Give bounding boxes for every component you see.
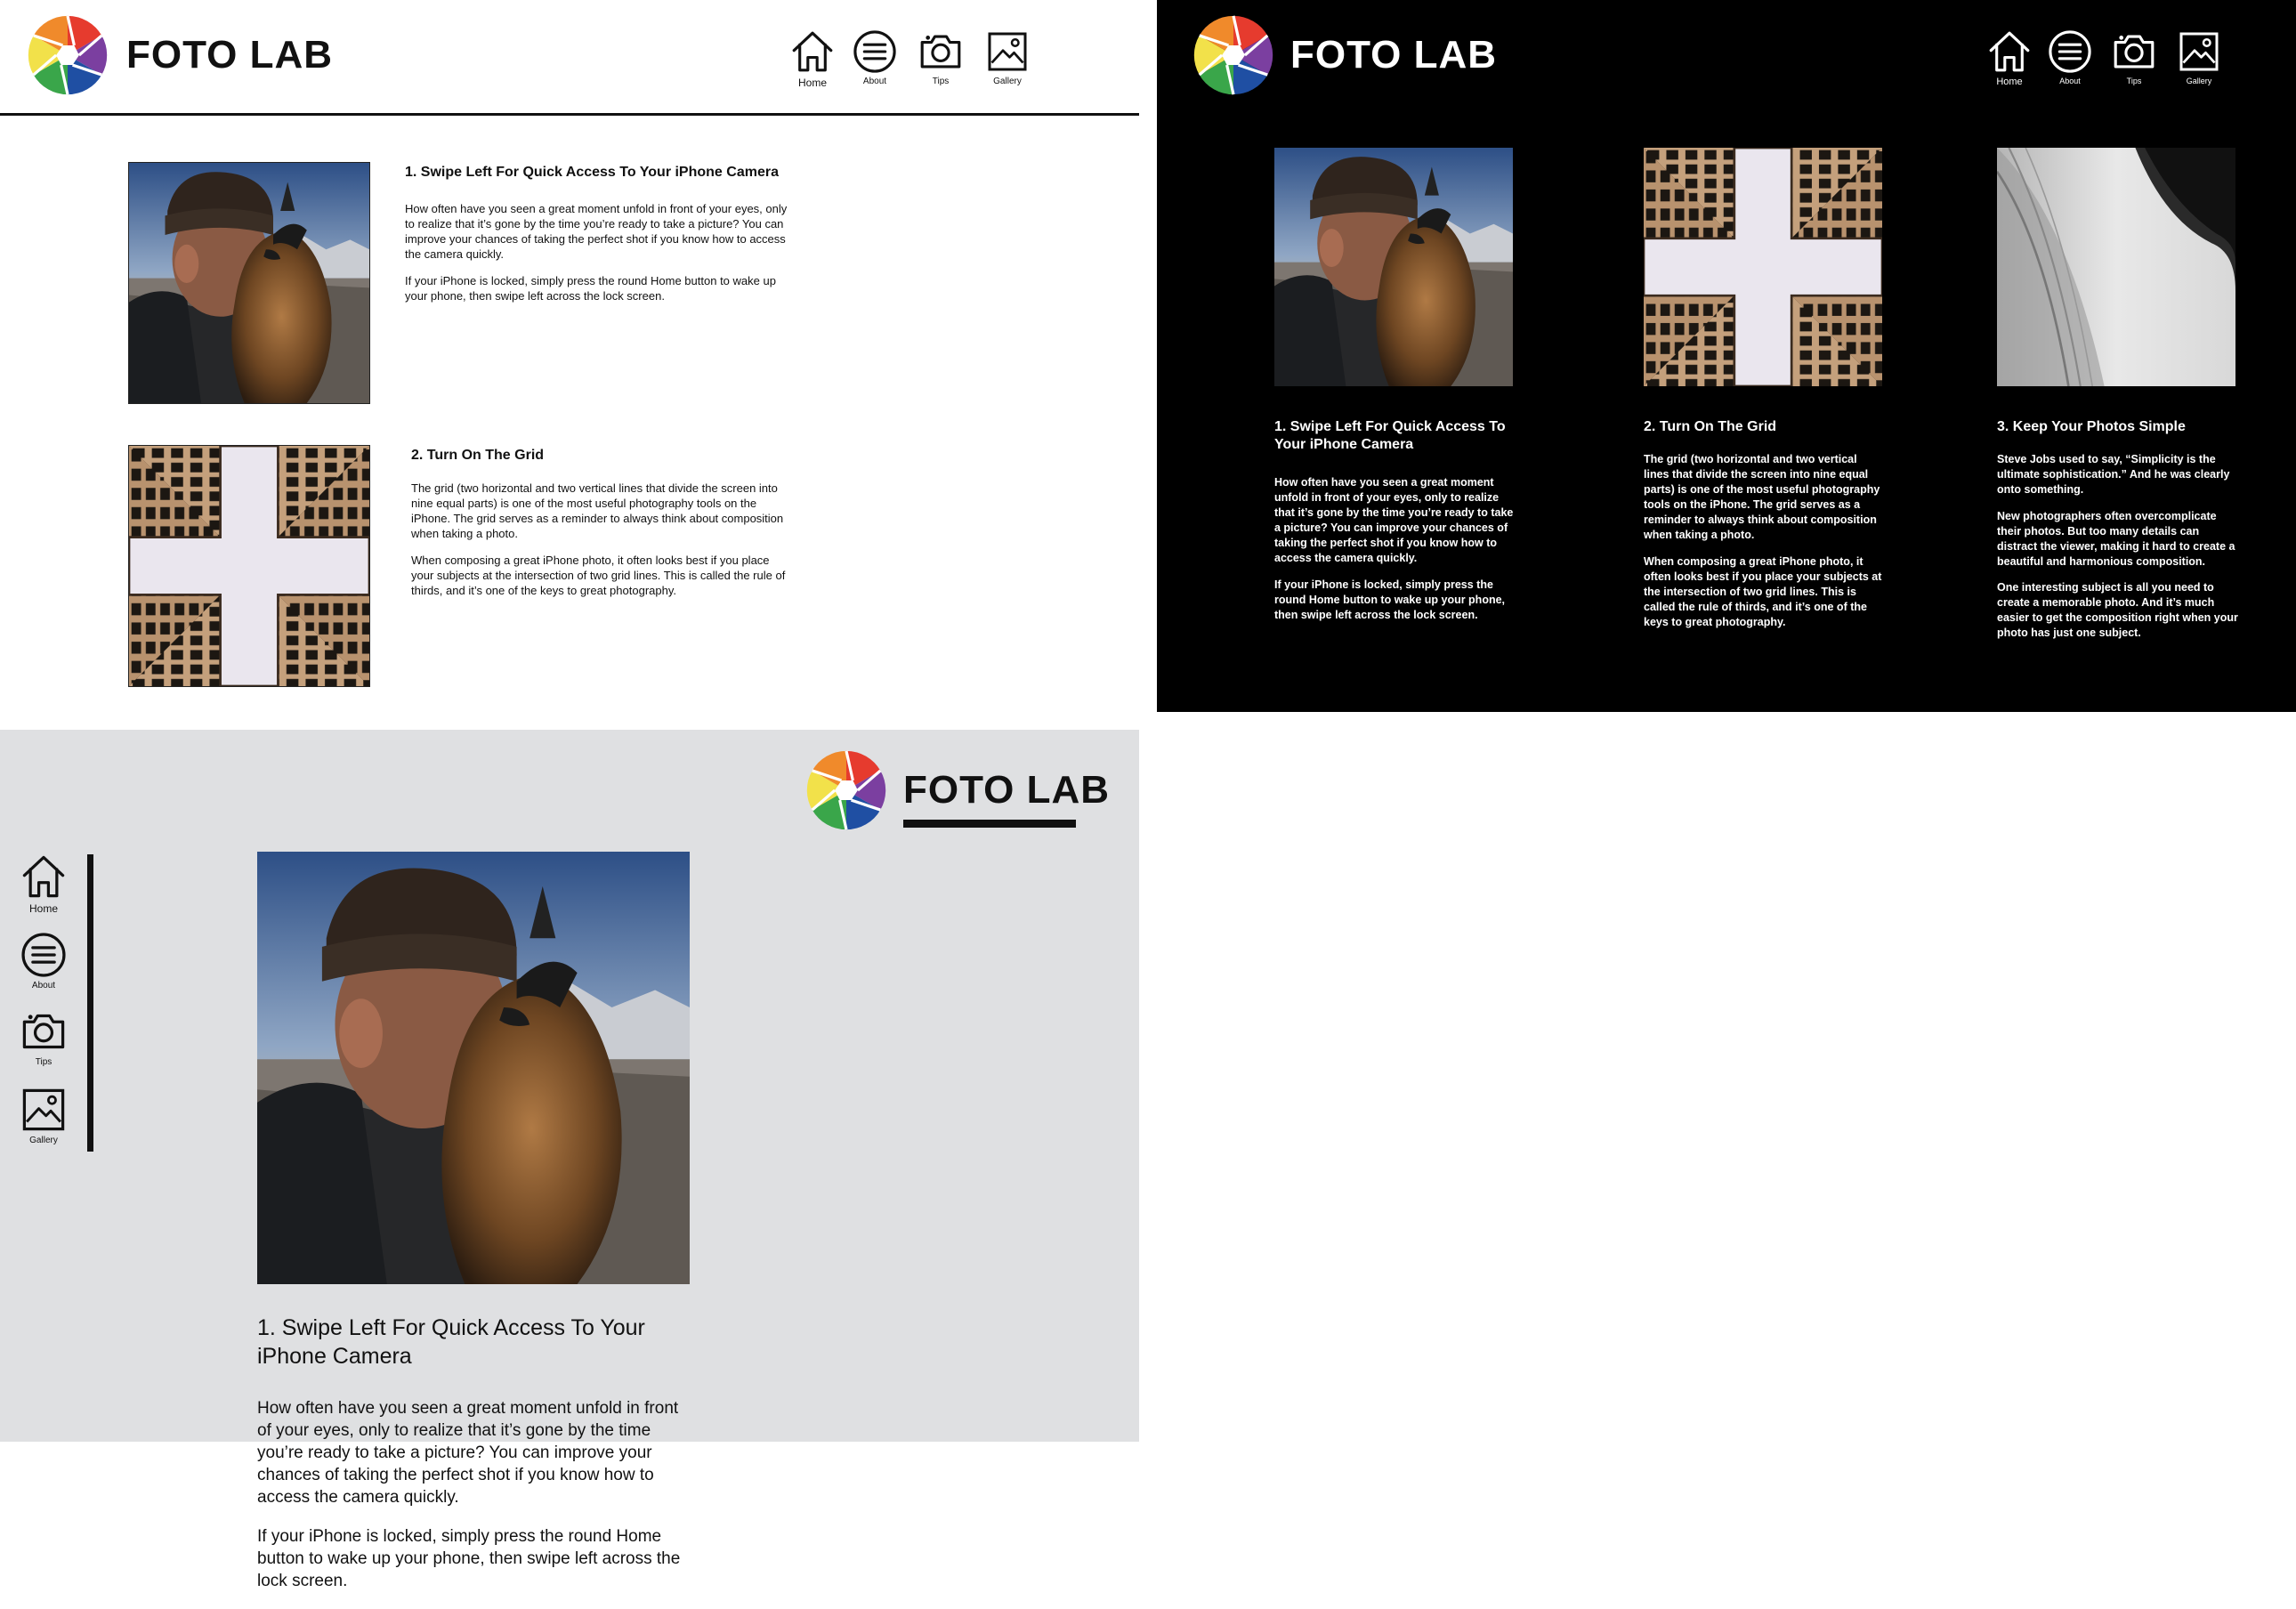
tip-title: 1. Swipe Left For Quick Access To Your i… (1274, 419, 1506, 452)
light-layout-panel: FOTO LAB Home About Tips Gallery 1. Swip… (0, 0, 1139, 730)
nav-gallery[interactable]: Gallery (982, 28, 1032, 89)
eagle-photo-image (1274, 148, 1513, 386)
eagle-photo-image (129, 163, 369, 403)
aperture-logo-icon (1192, 14, 1274, 96)
nav-home-label: Home (797, 77, 827, 89)
menu-icon (2047, 28, 2093, 75)
tip-photo-grid (128, 445, 370, 687)
home-icon (789, 28, 836, 75)
tip-paragraph: The grid (two horizontal and two vertica… (411, 481, 784, 540)
menu-icon (852, 28, 898, 75)
abstract-photo-image (1997, 148, 2235, 386)
home-icon (20, 853, 68, 901)
nav-about-label: About (31, 981, 56, 990)
nav-tips-label: Tips (2126, 77, 2142, 85)
tip-body: The grid (two horizontal and two vertica… (1644, 452, 1884, 641)
tip-paragraph: The grid (two horizontal and two vertica… (1644, 453, 1880, 541)
tip-title: 2. Turn On The Grid (1644, 419, 1777, 434)
logo-underline (903, 820, 1076, 828)
tip-paragraph: Steve Jobs used to say, “Simplicity is t… (1997, 453, 2230, 496)
tip-body: The grid (two horizontal and two vertica… (411, 481, 794, 610)
nav-gallery[interactable]: Gallery (12, 1086, 75, 1157)
side-nav-divider (87, 854, 93, 1152)
nav-gallery[interactable]: Gallery (2175, 28, 2223, 87)
tip-title: 1. Swipe Left For Quick Access To Your i… (405, 165, 779, 180)
nav-tips[interactable]: Tips (12, 1007, 75, 1086)
dark-layout-panel: FOTO LAB Home About Tips Gallery 1. Swip… (1157, 0, 2296, 712)
tip-paragraph: If your iPhone is locked, simply press t… (257, 1527, 681, 1590)
brand-name: FOTO LAB (126, 33, 334, 77)
tip-paragraph: If your iPhone is locked, simply press t… (405, 274, 776, 303)
tip-paragraph: When composing a great iPhone photo, it … (411, 554, 786, 597)
nav-about[interactable]: About (12, 931, 75, 1007)
eagle-photo-image (257, 852, 690, 1284)
tip-paragraph: How often have you seen a great moment u… (1274, 476, 1514, 564)
nav-home-label: Home (1996, 77, 2023, 87)
camera-icon (915, 28, 966, 75)
tip-photo-eagle (1274, 148, 1513, 386)
menu-icon (20, 931, 68, 979)
grid-photo-image (129, 446, 369, 686)
nav-about[interactable]: About (2045, 28, 2095, 87)
tip-photo-eagle (257, 852, 690, 1284)
camera-icon (16, 1007, 71, 1055)
tip-body: How often have you seen a great moment u… (405, 201, 792, 315)
camera-icon (2108, 28, 2160, 75)
tip-body: How often have you seen a great moment u… (257, 1397, 689, 1609)
gallery-icon (2177, 28, 2221, 75)
nav-gallery-label: Gallery (29, 1136, 58, 1145)
tip-body: How often have you seen a great moment u… (1274, 475, 1515, 634)
nav-home[interactable]: Home (787, 28, 838, 89)
tip-paragraph: How often have you seen a great moment u… (257, 1399, 679, 1507)
tip-title: 2. Turn On The Grid (411, 448, 545, 463)
nav-gallery-label: Gallery (993, 77, 1022, 86)
tip-paragraph: How often have you seen a great moment u… (405, 202, 788, 261)
gallery-icon (20, 1086, 68, 1134)
site-logo[interactable]: FOTO LAB (1192, 14, 1497, 96)
nav-tips-label: Tips (35, 1057, 53, 1067)
nav-about-label: About (862, 77, 887, 86)
tip-paragraph: When composing a great iPhone photo, it … (1644, 554, 1882, 628)
nav-about[interactable]: About (849, 28, 901, 89)
home-icon (1986, 28, 2033, 75)
nav-home-label: Home (28, 902, 58, 915)
aperture-logo-icon (805, 749, 887, 831)
brand-name: FOTO LAB (903, 768, 1111, 812)
tip-title: 1. Swipe Left For Quick Access To Your i… (257, 1315, 645, 1369)
aperture-logo-icon (27, 14, 109, 96)
tip-photo-grid (1644, 148, 1882, 386)
tip-paragraph: One interesting subject is all you need … (1997, 581, 2238, 639)
nav-tips[interactable]: Tips (913, 28, 968, 89)
top-nav: Home About Tips Gallery (787, 28, 1032, 89)
nav-home[interactable]: Home (1985, 28, 2034, 87)
site-logo[interactable]: FOTO LAB (27, 14, 333, 96)
header-divider (0, 113, 1139, 116)
nav-gallery-label: Gallery (2186, 77, 2212, 85)
tip-title: 3. Keep Your Photos Simple (1997, 419, 2186, 434)
nav-tips-label: Tips (932, 77, 950, 86)
top-nav: Home About Tips Gallery (1985, 28, 2223, 87)
nav-home[interactable]: Home (12, 853, 75, 931)
tip-paragraph: If your iPhone is locked, simply press t… (1274, 578, 1506, 621)
tip-body: Steve Jobs used to say, “Simplicity is t… (1997, 452, 2242, 652)
tip-paragraph: New photographers often overcomplicate t… (1997, 509, 2235, 568)
gallery-icon (985, 28, 1030, 75)
nav-tips[interactable]: Tips (2107, 28, 2161, 87)
tip-photo-eagle (128, 162, 370, 404)
tip-photo-abstract (1997, 148, 2235, 386)
brand-name: FOTO LAB (1290, 33, 1498, 77)
nav-about-label: About (2059, 77, 2081, 85)
side-nav: Home About Tips Gallery (12, 853, 75, 1157)
grid-photo-image (1644, 148, 1882, 386)
